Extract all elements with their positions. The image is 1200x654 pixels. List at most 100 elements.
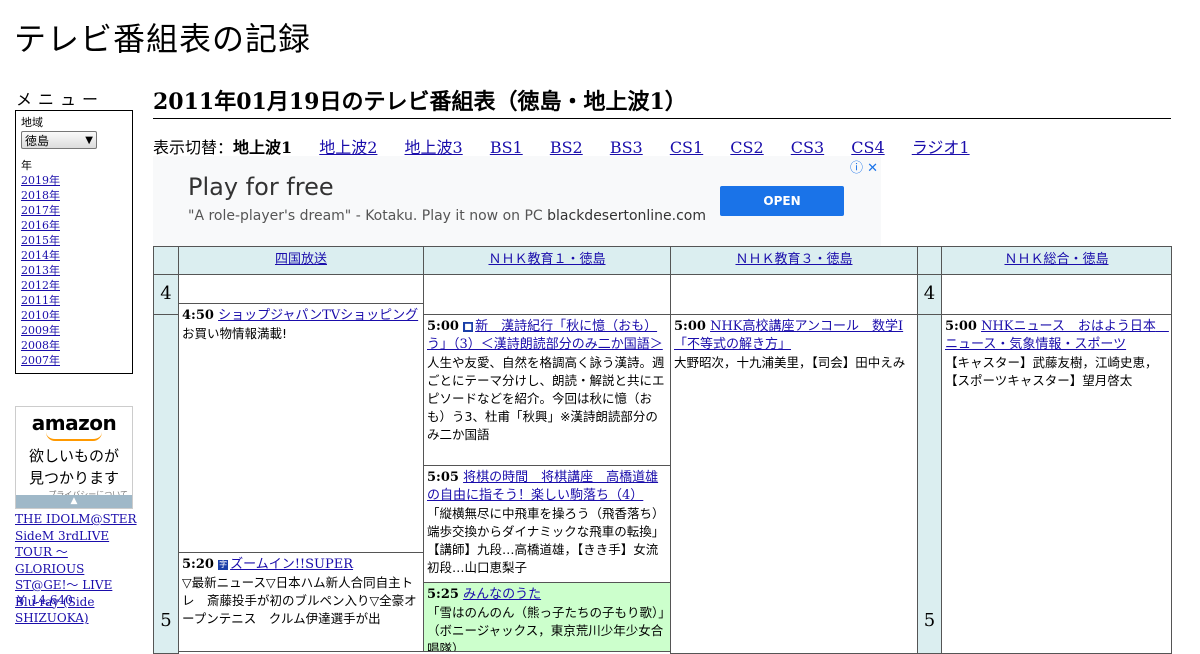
- switcher-current: 地上波1: [233, 138, 293, 157]
- ad-text: "A role-player's dream" - Kotaku. Play i…: [188, 208, 706, 224]
- ad-quote: "A role-player's dream" - Kotaku. Play i…: [188, 208, 543, 224]
- empty-slot: [423, 274, 671, 315]
- header-spacer: [917, 246, 942, 275]
- site-title: テレビ番組表の記録: [14, 20, 312, 58]
- product-link[interactable]: THE IDOLM@STER SideM 3rdLIVE TOUR ～GLORI…: [15, 511, 137, 627]
- switch-link-cs2[interactable]: CS2: [730, 138, 763, 157]
- caret-up-icon[interactable]: ▲: [16, 495, 132, 508]
- program-title-link[interactable]: ズームイン!!SUPER: [230, 557, 353, 572]
- ad-controls: ⓘ ✕: [850, 157, 878, 176]
- channel-header-nhk-edu3: ＮＨＫ教育３・徳島: [670, 246, 918, 275]
- program-slot: 5:25 みんなのうた 「雪はのんのん（熊っ子たちの子もり歌）」（ボニージャック…: [423, 582, 671, 652]
- region-label: 地域: [21, 116, 43, 129]
- year-link-2015[interactable]: 2015年: [21, 234, 60, 247]
- year-link-2012[interactable]: 2012年: [21, 279, 60, 292]
- program-time: 4:50: [182, 308, 214, 323]
- year-list: 2019年 2018年 2017年 2016年 2015年 2014年 2013…: [21, 173, 127, 368]
- year-link-2013[interactable]: 2013年: [21, 264, 60, 277]
- switch-link-bs3[interactable]: BS3: [610, 138, 643, 157]
- subtitle-icon: 字: [218, 560, 229, 570]
- page-title: 2011年01月19日のテレビ番組表（徳島・地上波1）: [153, 84, 1171, 119]
- hour-label-5-right: 5: [923, 610, 936, 631]
- year-label: 年: [21, 159, 32, 172]
- program-time: 5:00: [674, 319, 706, 334]
- bilingual-icon: ■: [463, 322, 474, 332]
- year-link-2008[interactable]: 2008年: [21, 339, 60, 352]
- close-icon[interactable]: ✕: [867, 161, 878, 176]
- amazon-tagline: 欲しいものが 見つかります: [16, 445, 132, 489]
- header-corner: [153, 246, 179, 275]
- program-slot: 5:00 NHKニュース おはよう日本 ニュース・気象情報・スポーツ 【キャスタ…: [941, 314, 1172, 654]
- program-slot: 5:00 NHK高校講座アンコール 数学I「不等式の解き方」 大野昭次，十九浦美…: [670, 314, 918, 654]
- program-title-link[interactable]: 将棋の時間 将棋講座 高橋道雄の自由に指そう！楽しい駒落ち（4）: [427, 470, 658, 503]
- ad-title[interactable]: Play for free: [188, 173, 334, 201]
- sidebar-menu: 地域 徳島 ▼ 年 2019年 2018年 2017年 2016年 2015年 …: [15, 110, 133, 374]
- year-link-2018[interactable]: 2018年: [21, 189, 60, 202]
- switch-link-radio1[interactable]: ラジオ1: [912, 138, 970, 157]
- channel-switcher: 表示切替：地上波1 地上波2 地上波3 BS1 BS2 BS3 CS1 CS2 …: [153, 134, 992, 158]
- year-link-2019[interactable]: 2019年: [21, 174, 60, 187]
- year-link-2014[interactable]: 2014年: [21, 249, 60, 262]
- program-title-link[interactable]: NHKニュース おはよう日本 ニュース・気象情報・スポーツ: [945, 319, 1169, 352]
- year-link-2016[interactable]: 2016年: [21, 219, 60, 232]
- program-slot: 5:20 字ズームイン!!SUPER ▽最新ニュース▽日本ハム新人合同自主トレ …: [178, 552, 424, 652]
- channel-link-nhk-edu3[interactable]: ＮＨＫ教育３・徳島: [735, 252, 852, 267]
- channel-link-shikoku[interactable]: 四国放送: [275, 252, 327, 267]
- chevron-down-icon: ▼: [85, 134, 93, 146]
- region-selected-value: 徳島: [25, 133, 50, 148]
- display-ad[interactable]: Play for free "A role-player's dream" - …: [153, 156, 881, 246]
- channel-header-shikoku: 四国放送: [178, 246, 424, 275]
- program-time: 5:25: [427, 587, 459, 602]
- year-link-2009[interactable]: 2009年: [21, 324, 60, 337]
- empty-slot: [941, 274, 1172, 315]
- program-slot: 4:50 ショップジャパンTVショッピング お買い物情報満載!: [178, 303, 424, 553]
- program-title-link[interactable]: ショップジャパンTVショッピング: [218, 308, 418, 323]
- switch-link-cs3[interactable]: CS3: [791, 138, 824, 157]
- switch-link-chijou3[interactable]: 地上波3: [405, 138, 463, 157]
- empty-slot: [178, 274, 424, 304]
- hour-cell-4-right: 4: [917, 274, 942, 315]
- year-link-2010[interactable]: 2010年: [21, 309, 60, 322]
- hour-cell-5-left: 5: [153, 314, 179, 654]
- channel-header-nhk-edu1: ＮＨＫ教育１・徳島: [423, 246, 671, 275]
- switch-link-cs4[interactable]: CS4: [851, 138, 884, 157]
- year-link-2011[interactable]: 2011年: [21, 294, 60, 307]
- schedule-grid: 四国放送 ＮＨＫ教育１・徳島 ＮＨＫ教育３・徳島 ＮＨＫ総合・徳島 4 4 5 …: [153, 246, 1172, 654]
- ad-domain: blackdesertonline.com: [547, 208, 707, 224]
- channel-header-nhk-general: ＮＨＫ総合・徳島: [941, 246, 1172, 275]
- product-price: ￥ 14,640: [15, 593, 73, 607]
- switch-link-chijou2[interactable]: 地上波2: [319, 138, 377, 157]
- program-description: 「縦横無尽に中飛車を操ろう（飛香落ち）端歩交換からダイナミックな飛車の転換」【講…: [427, 506, 665, 575]
- ad-open-button[interactable]: OPEN: [720, 186, 844, 216]
- amazon-tagline-line2: 見つかります: [28, 469, 119, 487]
- switch-link-bs2[interactable]: BS2: [550, 138, 583, 157]
- hour-label-5-left: 5: [160, 610, 172, 631]
- program-description: お買い物情報満載!: [182, 326, 288, 341]
- channel-link-nhk-general[interactable]: ＮＨＫ総合・徳島: [1004, 252, 1108, 267]
- amazon-logo: amazon: [31, 411, 117, 435]
- program-description: 「雪はのんのん（熊っ子たちの子もり歌）」（ボニージャックス，東京荒川少年少女合唱…: [427, 605, 665, 652]
- program-description: 大野昭次，十九浦美里，【司会】田中えみ: [674, 355, 906, 370]
- program-slot: 5:05 将棋の時間 将棋講座 高橋道雄の自由に指そう！楽しい駒落ち（4） 「縦…: [423, 465, 671, 583]
- menu-label: メニュー: [16, 90, 105, 109]
- program-description: ▽最新ニュース▽日本ハム新人合同自主トレ 斎藤投手が初のブルペン入り▽全豪オープ…: [182, 575, 417, 626]
- program-slot: 5:00 ■ 新 漢詩紀行「秋に憶（おも）う」（3）＜漢詩朗読部分のみ二か国語＞ …: [423, 314, 671, 466]
- year-link-2017[interactable]: 2017年: [21, 204, 60, 217]
- program-title-link[interactable]: みんなのうた: [463, 587, 541, 602]
- program-time: 5:00: [427, 319, 459, 334]
- program-time: 5:05: [427, 470, 459, 485]
- hour-cell-5-right: 5: [917, 314, 942, 654]
- program-description: 人生や友愛、自然を格調高く詠う漢詩。週ごとにテーマ分けし、朗読・解説と共にエピソ…: [427, 355, 665, 442]
- switch-link-cs1[interactable]: CS1: [670, 138, 703, 157]
- program-time: 5:00: [945, 319, 977, 334]
- empty-slot: [670, 274, 918, 315]
- program-description: 【キャスター】武藤友樹，江崎史恵，【スポーツキャスター】望月啓太: [945, 355, 1158, 388]
- channel-link-nhk-edu1[interactable]: ＮＨＫ教育１・徳島: [488, 252, 605, 267]
- info-icon[interactable]: ⓘ: [850, 161, 863, 176]
- program-title-link[interactable]: NHK高校講座アンコール 数学I「不等式の解き方」: [674, 319, 903, 352]
- amazon-ad[interactable]: amazon 欲しいものが 見つかります プライバシーについて ▲: [15, 406, 133, 509]
- region-select[interactable]: 徳島 ▼: [21, 131, 97, 149]
- year-link-2007[interactable]: 2007年: [21, 354, 60, 367]
- program-time: 5:20: [182, 557, 214, 572]
- switch-link-bs1[interactable]: BS1: [490, 138, 523, 157]
